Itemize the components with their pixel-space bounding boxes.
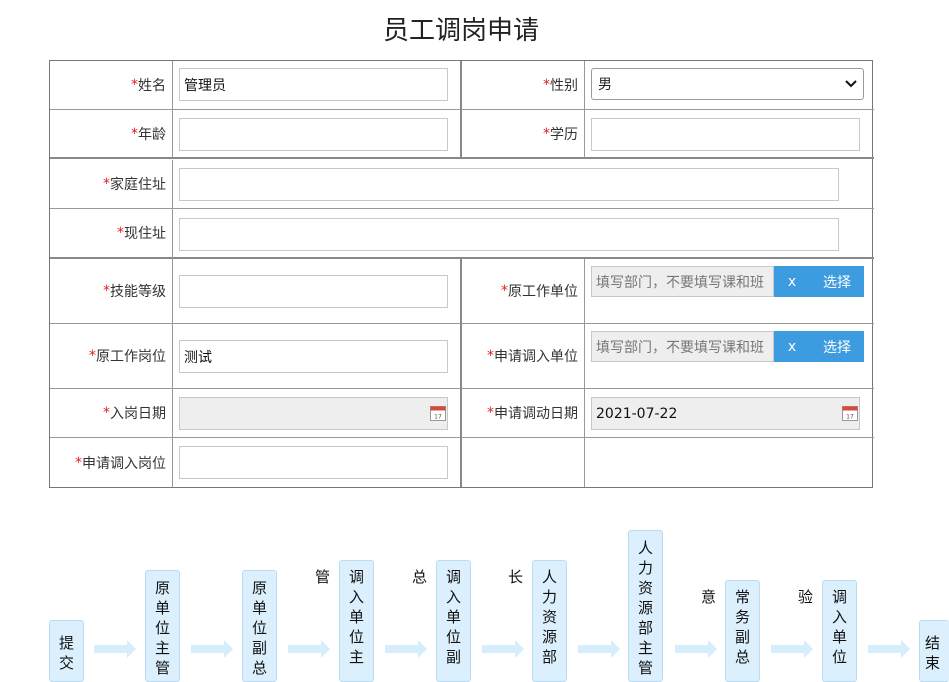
target-unit-label-cell: * 申请调入单位	[462, 324, 585, 389]
flow-arrow	[94, 640, 136, 658]
choose-label: 选择	[823, 274, 851, 291]
flow-node-orig-unit-vp[interactable]: 原单位副总	[242, 570, 277, 682]
page-title: 员工调岗申请	[382, 16, 539, 46]
required-mark: *	[103, 405, 110, 421]
flow-node-label: 调入单位主管	[313, 569, 365, 669]
required-mark: *	[103, 283, 110, 299]
flow-node-end[interactable]: 结束	[919, 620, 949, 682]
skill-level-label: 技能等级	[110, 284, 166, 300]
orig-position-label-cell: * 原工作岗位	[50, 324, 173, 389]
flow-arrow	[191, 640, 233, 658]
orig-position-input[interactable]: 测试	[179, 340, 448, 373]
flow-node-label: 提交	[57, 635, 75, 675]
entry-date-label: 入岗日期	[110, 406, 166, 422]
transfer-date-input[interactable]: 2021-07-22	[591, 397, 860, 430]
flow-node-target-unit-check[interactable]: 调入单位验	[796, 580, 857, 682]
flow-node-label: 调入单位验	[796, 589, 848, 669]
chevron-down-icon	[845, 80, 857, 88]
required-mark: *	[501, 283, 508, 299]
age-input[interactable]	[179, 118, 448, 151]
flow-node-orig-unit-manager[interactable]: 原单位主管	[145, 570, 180, 682]
flow-node-label: 结束	[923, 635, 941, 675]
clear-label: x	[787, 273, 797, 290]
required-mark: *	[487, 348, 494, 364]
target-unit-input[interactable]: 填写部门，不要填写课和班	[591, 331, 774, 362]
skill-level-input[interactable]	[179, 275, 448, 308]
required-mark: *	[131, 125, 138, 142]
flow-arrow	[578, 640, 620, 658]
orig-position-label: 原工作岗位	[96, 349, 166, 365]
required-mark: *	[131, 77, 138, 93]
education-label: 学历	[550, 126, 578, 143]
target-unit-placeholder: 填写部门，不要填写课和班	[596, 339, 764, 356]
choose-label: 选择	[823, 339, 851, 356]
transfer-form: * 姓名 管理员 * 性别 男 * 年龄 * 学历 * 家庭住址 * 现住址 * 技能等级 *…	[49, 60, 874, 488]
flow-node-submit[interactable]: 提交	[49, 620, 84, 682]
home-address-label-cell: * 家庭住址	[50, 160, 173, 209]
current-address-label-cell: * 现住址	[50, 209, 173, 259]
flow-node-label: 原单位副总	[250, 580, 268, 680]
home-address-label: 家庭住址	[110, 177, 166, 193]
transfer-date-label: 申请调动日期	[494, 406, 578, 422]
calendar-day: 17	[846, 414, 854, 421]
flow-node-target-unit-manager[interactable]: 调入单位主管	[313, 560, 374, 682]
required-mark: *	[75, 454, 82, 471]
flow-node-label: 调入单位副总	[410, 569, 462, 669]
name-label: 姓名	[138, 78, 166, 94]
gender-select[interactable]: 男	[591, 68, 864, 100]
skill-level-label-cell: * 技能等级	[50, 259, 173, 324]
flow-node-executive-vp[interactable]: 常务副总意	[699, 580, 760, 682]
target-position-input[interactable]	[179, 446, 448, 479]
required-mark: *	[103, 176, 110, 192]
gender-label-cell: * 性别	[462, 61, 585, 110]
entry-date-label-cell: * 入岗日期	[50, 389, 173, 438]
orig-unit-label: 原工作单位	[508, 284, 578, 300]
flow-node-hr-manager[interactable]: 人力资源部主管	[628, 530, 663, 682]
gender-label: 性别	[550, 78, 578, 94]
target-position-label-cell: * 申请调入岗位	[50, 438, 173, 487]
target-unit-choose-button[interactable]: 选择	[810, 331, 864, 362]
current-address-label: 现住址	[124, 226, 166, 242]
required-mark: *	[117, 225, 124, 241]
age-label: 年龄	[138, 126, 166, 143]
orig-unit-label-cell: * 原工作单位	[462, 259, 585, 324]
flow-node-target-unit-vp[interactable]: 调入单位副总	[410, 560, 471, 682]
flow-arrow	[868, 640, 910, 658]
orig-unit-input[interactable]: 填写部门，不要填写课和班	[591, 266, 774, 297]
calendar-day: 17	[434, 414, 442, 421]
orig-position-value: 测试	[184, 349, 212, 366]
required-mark: *	[543, 125, 550, 142]
calendar-icon[interactable]: 17	[842, 405, 858, 421]
flow-node-label: 人力资源部主管	[636, 540, 654, 680]
gender-value: 男	[598, 77, 612, 93]
orig-unit-choose-button[interactable]: 选择	[810, 266, 864, 297]
flow-node-label: 常务副总意	[699, 589, 751, 669]
flow-node-hr-director[interactable]: 人力资源部长	[506, 560, 567, 682]
name-value: 管理员	[184, 77, 226, 94]
flow-node-label: 原单位主管	[153, 580, 171, 680]
required-mark: *	[89, 348, 96, 364]
empty-label-cell	[462, 438, 585, 487]
education-input[interactable]	[591, 118, 860, 151]
empty-value-cell	[585, 438, 874, 487]
target-unit-label: 申请调入单位	[494, 349, 578, 365]
age-label-cell: * 年龄	[50, 110, 173, 159]
flow-node-label: 人力资源部长	[506, 569, 558, 669]
transfer-date-label-cell: * 申请调动日期	[462, 389, 585, 438]
name-label-cell: * 姓名	[50, 61, 173, 110]
orig-unit-clear-button[interactable]: x	[774, 266, 810, 297]
calendar-icon[interactable]: 17	[430, 405, 446, 421]
clear-label: x	[787, 338, 797, 355]
entry-date-input[interactable]	[179, 397, 448, 430]
target-position-label: 申请调入岗位	[82, 455, 166, 472]
transfer-date-value: 2021-07-22	[596, 405, 678, 422]
target-unit-clear-button[interactable]: x	[774, 331, 810, 362]
home-address-input[interactable]	[179, 168, 839, 201]
education-label-cell: * 学历	[462, 110, 585, 159]
current-address-input[interactable]	[179, 218, 839, 251]
name-input[interactable]: 管理员	[179, 68, 448, 101]
orig-unit-placeholder: 填写部门，不要填写课和班	[596, 274, 764, 291]
required-mark: *	[487, 405, 494, 421]
required-mark: *	[543, 77, 550, 93]
